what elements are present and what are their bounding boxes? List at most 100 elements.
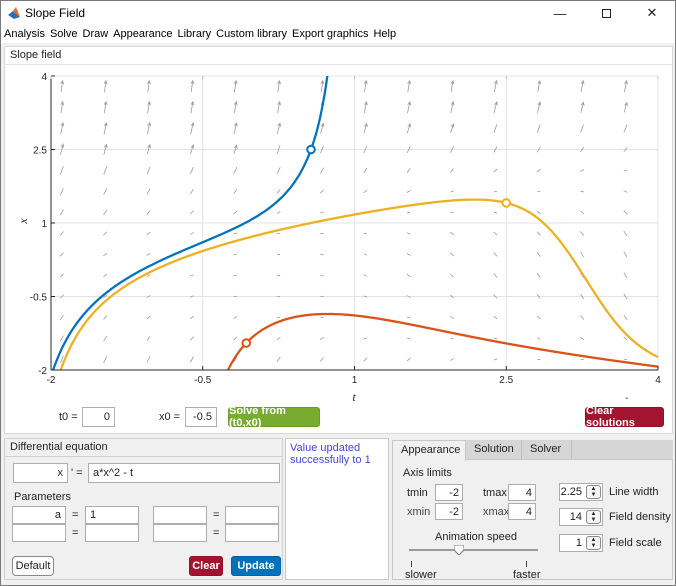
clear-solutions-button[interactable]: Clear solutions [585,405,664,429]
param-2-value[interactable] [85,524,139,542]
default-button[interactable]: Default [12,556,54,576]
animation-speed-slider[interactable] [409,544,538,557]
x0-label: x0 = [159,411,181,423]
initial-point-marker-2 [501,198,512,208]
slider-thumb[interactable] [453,544,465,556]
rhs-input[interactable] [88,463,280,483]
menu-appearance[interactable]: Appearance [113,28,175,40]
menu-analysis[interactable]: Analysis [4,28,48,40]
menu-draw[interactable]: Draw [83,28,112,40]
de-panel-title: Differential equation [10,441,108,453]
spinner-arrows-icon[interactable]: ▲ ▼ [586,485,601,499]
solve-from-button[interactable]: Solve from (t0,x0) [228,405,320,429]
equals-sign: = [72,527,79,539]
field-scale-spinner[interactable]: 1 ▲ ▼ [559,534,603,552]
x-tick-label: 4 [655,375,661,386]
param-4-name[interactable] [153,524,207,542]
tab-solver[interactable]: Solver [522,440,572,460]
x-tick-label: -2 [47,375,56,386]
equals-sign: = [72,509,79,521]
status-message: Value updated successfully to 1 [290,442,371,466]
tab-solution[interactable]: Solution [466,440,522,460]
tab-appearance[interactable]: Appearance [392,440,466,461]
grid-lines [50,75,659,371]
y-tick-label: -2 [38,366,47,377]
spinner-arrows-icon[interactable]: ▲ ▼ [586,510,601,524]
param-4-value[interactable] [225,524,279,542]
y-tick-label: 2.5 [33,146,47,157]
xmin-input[interactable] [435,503,463,520]
x0-input[interactable] [185,407,217,427]
line-width-value: 2.25 [560,486,582,498]
slope-field-plot[interactable]: -2 -0.5 1 2.5 4 -2 -0.5 1 2.5 4 t x - [5,47,674,435]
initial-point-marker-3 [241,338,252,348]
tmax-input[interactable] [508,484,536,501]
line-width-spinner[interactable]: 2.25 ▲ ▼ [559,483,603,501]
close-icon: ✕ [646,5,658,20]
menu-solve[interactable]: Solve [50,28,81,40]
xmax-input[interactable] [508,503,536,520]
xmax-label: xmax [483,506,510,518]
x-tick-label: 1 [352,375,358,386]
menu-bar: Analysis Solve Draw Appearance Library C… [1,25,675,43]
field-density-value: 14 [569,511,582,523]
t0-label: t0 = [59,411,78,423]
tab-strip: Appearance Solution Solver [392,440,673,461]
y-tick-label: 1 [41,219,47,230]
slope-field-panel: Slope field -2 -0.5 1 2.5 4 -2 -0.5 1 2.5 4 t x -… [4,46,673,434]
field-scale-value: 1 [575,537,582,549]
y-tick-label: -0.5 [30,293,48,304]
animation-speed-label: Animation speed [435,531,517,543]
field-scale-label: Field scale [609,537,662,549]
differential-equation-panel: Differential equation ' = Parameters = =… [4,438,283,580]
xmin-label: xmin [407,506,431,518]
dependent-variable-input[interactable] [13,463,68,483]
x-tick-label: 2.5 [499,375,513,386]
axis-limits-label: Axis limits [403,467,452,479]
equals-sign: = [213,527,220,539]
param-1-value[interactable] [85,506,139,524]
close-button[interactable]: ✕ [629,1,675,25]
minimize-icon: — [553,5,567,21]
title-bar: Slope Field — ✕ [1,1,675,25]
parameters-label: Parameters [14,491,71,503]
x-tick-label: -0.5 [194,375,212,386]
slider-track [409,549,538,551]
slower-label: slower [405,569,437,581]
field-density-spinner[interactable]: 14 ▲ ▼ [559,508,603,526]
slider-tick-faster [526,561,527,567]
message-panel: Value updated successfully to 1 [285,438,389,580]
x-axis-label: t [352,390,356,404]
minimize-button[interactable]: — [537,1,583,25]
stray-mark: - [625,393,628,404]
field-arrow [276,232,281,235]
tmax-label: tmax [483,487,507,499]
app-window: Slope Field — ✕ Analysis Solve Draw Appe… [0,0,676,586]
update-button[interactable]: Update [231,556,281,576]
menu-custom-library[interactable]: Custom library [216,28,290,40]
param-3-value[interactable] [225,506,279,524]
panel-divider [5,456,282,457]
field-density-label: Field density [609,511,671,523]
tmin-label: tmin [407,487,428,499]
maximize-icon [601,8,611,18]
param-1-name[interactable] [12,506,66,524]
matlab-logo-icon [8,7,20,19]
clear-button[interactable]: Clear [189,556,223,576]
t0-input[interactable] [82,407,115,427]
spinner-arrows-icon[interactable]: ▲ ▼ [586,536,601,550]
y-tick-label: 4 [41,72,47,83]
param-2-name[interactable] [12,524,66,542]
faster-label: faster [513,569,541,581]
menu-export-graphics[interactable]: Export graphics [292,28,371,40]
y-axis-label: x [16,218,30,225]
menu-help[interactable]: Help [373,28,399,40]
field-arrow [537,358,541,361]
menu-library[interactable]: Library [178,28,215,40]
line-width-label: Line width [609,486,659,498]
param-3-name[interactable] [153,506,207,524]
appearance-tab-body: Axis limits tmin tmax xmin xmax Animatio… [392,460,673,581]
tmin-input[interactable] [435,484,463,501]
slider-tick-slower [411,561,412,567]
maximize-button[interactable] [583,1,629,25]
